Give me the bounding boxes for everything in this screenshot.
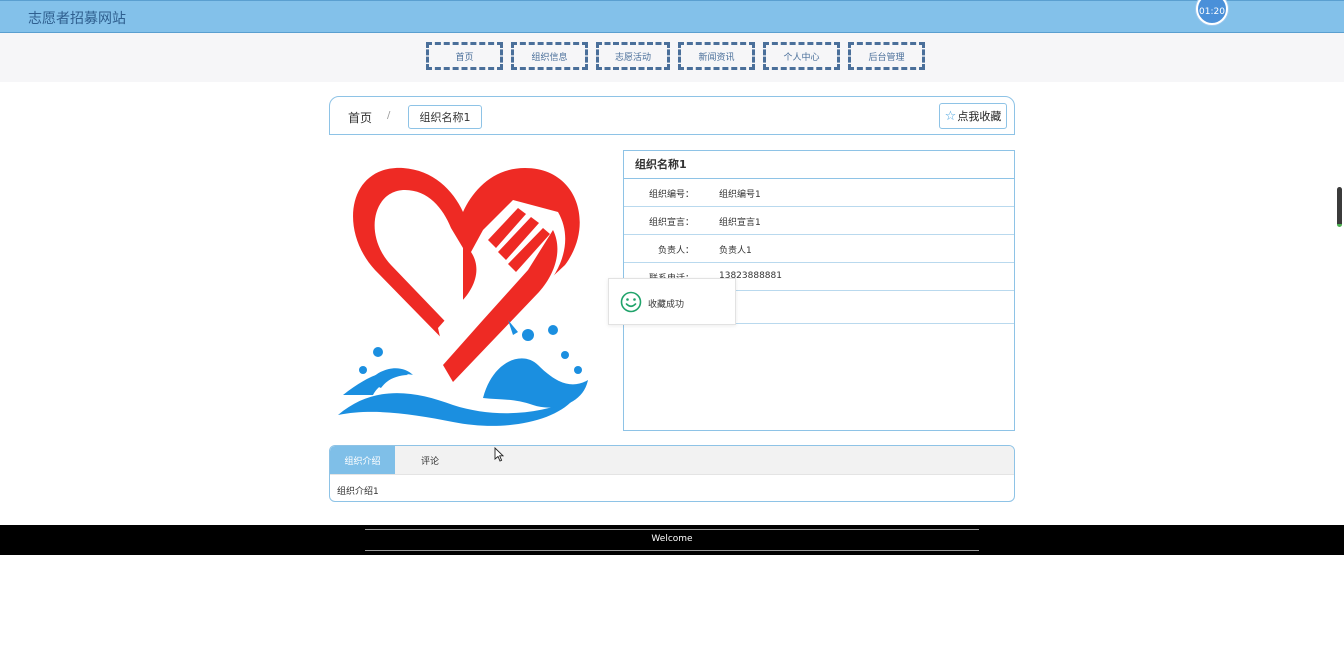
detail-row-value: 组织宣言1 (719, 218, 761, 228)
footer-divider (365, 550, 979, 551)
mouse-cursor-icon (494, 447, 504, 462)
detail-row: 组织宣言： 组织宣言1 (624, 207, 1014, 235)
breadcrumb-home-link[interactable]: 首页 (348, 109, 372, 126)
footer-welcome-text: Welcome (651, 534, 693, 544)
favorite-button[interactable]: ☆ 点我收藏 (939, 103, 1007, 129)
nav-item-news[interactable]: 新闻资讯 (678, 42, 755, 70)
main-nav: 首页 组织信息 志愿活动 新闻资讯 个人中心 后台管理 (426, 42, 925, 70)
detail-row-label: 负责人： (657, 246, 694, 256)
detail-row-label: 组织编号： (648, 190, 694, 200)
detail-row-value: 负责人1 (719, 246, 752, 256)
top-header: 志愿者招募网站 01:20 (0, 0, 1344, 33)
detail-row-label: 组织宣言： (648, 218, 694, 228)
toast-message: 收藏成功 (608, 278, 736, 325)
tab-introduction[interactable]: 组织介绍 (330, 446, 395, 474)
site-title: 志愿者招募网站 (28, 11, 126, 27)
nav-item-org-info[interactable]: 组织信息 (511, 42, 588, 70)
clock-badge: 01:20 (1196, 0, 1228, 25)
tab-comments[interactable]: 评论 (412, 446, 448, 474)
footer: Welcome (0, 525, 1344, 555)
nav-item-activities[interactable]: 志愿活动 (596, 42, 670, 70)
detail-row: 负责人： 负责人1 (624, 235, 1014, 263)
breadcrumb-separator: / (387, 110, 391, 121)
volunteer-logo-image (338, 167, 588, 426)
footer-divider (365, 529, 979, 530)
toast-text: 收藏成功 (648, 300, 685, 310)
scrollbar-thumb[interactable] (1337, 187, 1342, 227)
organization-name-heading: 组织名称1 (624, 151, 1014, 179)
breadcrumb: 首页 / 组织名称1 ☆ 点我收藏 (329, 96, 1015, 135)
detail-row-value: 组织编号1 (719, 190, 761, 200)
breadcrumb-current: 组织名称1 (408, 105, 482, 129)
smile-icon (620, 291, 642, 313)
star-outline-icon: ☆ (944, 108, 957, 124)
favorite-button-label: 点我收藏 (957, 110, 1002, 123)
nav-item-home[interactable]: 首页 (426, 42, 503, 70)
tab-header: 组织介绍 评论 (330, 446, 1014, 475)
detail-row: 组织编号： 组织编号1 (624, 179, 1014, 207)
tab-content: 组织介绍1 (337, 487, 379, 497)
detail-tabs: 组织介绍 评论 组织介绍1 (329, 445, 1015, 502)
nav-item-personal-center[interactable]: 个人中心 (763, 42, 840, 70)
nav-item-admin[interactable]: 后台管理 (848, 42, 925, 70)
nav-band: 首页 组织信息 志愿活动 新闻资讯 个人中心 后台管理 (0, 33, 1344, 82)
